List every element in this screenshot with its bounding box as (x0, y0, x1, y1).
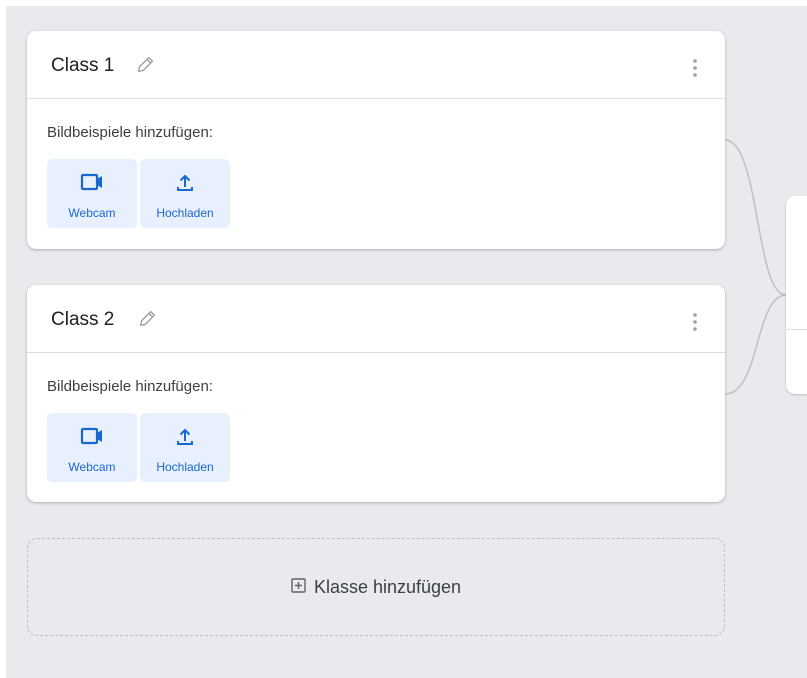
connector-line-class-2 (724, 294, 787, 395)
pencil-icon[interactable] (135, 53, 157, 80)
add-samples-label: Bildbeispiele hinzufügen: (47, 124, 213, 141)
add-class-label: Klasse hinzufügen (313, 576, 462, 597)
class-card-2: Class 2 Bildbeispiele hinzufügen: Webcam… (27, 285, 725, 502)
upload-button[interactable]: Hochladen (140, 413, 230, 482)
class-card-1: Class 1 Bildbeispiele hinzufügen: Webcam… (27, 31, 725, 249)
upload-icon (174, 426, 196, 453)
upload-icon (174, 172, 196, 199)
more-vert-icon[interactable] (691, 57, 699, 79)
upload-label: Hochladen (156, 206, 214, 220)
class-name[interactable]: Class 1 (51, 55, 114, 77)
webcam-button[interactable]: Webcam (47, 413, 137, 482)
training-panel (786, 196, 807, 394)
webcam-button[interactable]: Webcam (47, 159, 137, 228)
class-card-header: Class 1 (27, 31, 725, 99)
connector-line-class-1 (724, 139, 787, 296)
pencil-icon[interactable] (137, 307, 159, 334)
upload-button[interactable]: Hochladen (140, 159, 230, 228)
add-class-button[interactable]: Klasse hinzufügen (27, 538, 725, 636)
add-samples-label: Bildbeispiele hinzufügen: (47, 378, 213, 395)
webcam-label: Webcam (68, 460, 116, 474)
videocam-icon (80, 172, 104, 197)
more-vert-icon[interactable] (691, 311, 699, 333)
class-card-header: Class 2 (27, 285, 725, 353)
webcam-label: Webcam (68, 206, 116, 220)
class-name[interactable]: Class 2 (51, 309, 114, 331)
videocam-icon (80, 426, 104, 451)
upload-label: Hochladen (156, 460, 214, 474)
panel-divider (786, 329, 807, 330)
add-box-icon (291, 577, 306, 598)
